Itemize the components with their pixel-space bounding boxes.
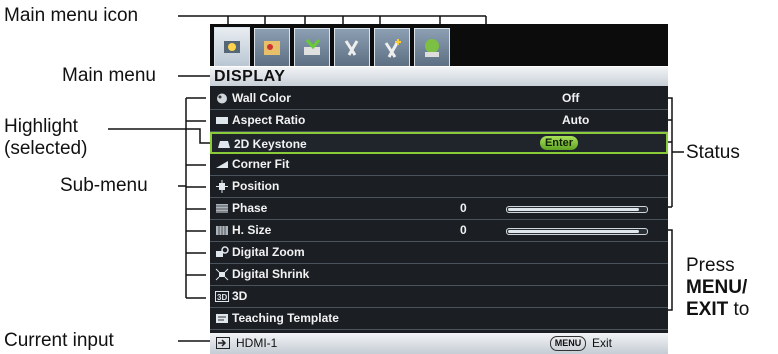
callout-highlight-selected: (selected)	[4, 138, 88, 159]
menu-item-teaching-template[interactable]: Teaching Template	[210, 308, 668, 330]
menu-item-aspect-ratio[interactable]: Aspect Ratio Auto	[210, 110, 668, 132]
menu-item-3d[interactable]: 3D 3D	[210, 286, 668, 308]
phase-slider[interactable]	[506, 206, 648, 213]
wall-color-icon	[217, 93, 227, 104]
tab-display[interactable]	[214, 27, 250, 67]
callout-current-input: Current input	[4, 330, 114, 351]
phase-icon	[216, 204, 228, 213]
main-menu-tabs	[210, 24, 668, 67]
picture-icon	[264, 41, 280, 55]
menu-item-phase[interactable]: Phase 0	[210, 198, 668, 220]
menu-item-h-size[interactable]: H. Size 0	[210, 220, 668, 242]
menu-item-digital-zoom[interactable]: Digital Zoom	[210, 242, 668, 264]
callout-press-key2: EXIT to	[686, 299, 750, 320]
menu-item-position[interactable]: Position	[210, 176, 668, 198]
menu-button[interactable]: MENU	[550, 336, 586, 351]
3d-icon: 3D	[215, 291, 229, 302]
current-input: HDMI-1	[236, 336, 278, 350]
menu-item-2d-keystone[interactable]: 2D Keystone Enter	[210, 132, 668, 154]
aspect-ratio-icon	[216, 117, 228, 124]
teaching-template-icon	[216, 314, 228, 323]
information-icon	[425, 39, 439, 57]
menu-title: DISPLAY	[214, 68, 286, 85]
keystone-icon	[218, 141, 230, 148]
digital-zoom-icon	[216, 246, 229, 257]
exit-label: Exit	[592, 336, 613, 350]
tab-picture[interactable]	[254, 28, 290, 66]
corner-fit-icon	[216, 161, 228, 168]
system-advanced-icon	[384, 39, 401, 58]
system-basic-icon	[344, 40, 359, 56]
h-size-icon	[216, 226, 228, 235]
tab-system-advanced[interactable]	[374, 28, 410, 66]
source-icon	[304, 39, 321, 55]
menu-item-digital-shrink[interactable]: Digital Shrink	[210, 264, 668, 286]
tab-system-basic[interactable]	[334, 28, 370, 66]
callout-main-menu: Main menu	[62, 65, 156, 86]
enter-button[interactable]: Enter	[540, 136, 578, 150]
callout-highlight: Highlight	[4, 116, 78, 137]
svg-text:3D: 3D	[217, 293, 227, 302]
h-size-slider[interactable]	[506, 228, 648, 235]
menu-item-wall-color[interactable]: Wall Color Off	[210, 88, 668, 110]
status-bar: HDMI-1 MENU Exit	[210, 333, 668, 354]
phase-slider-fill	[508, 208, 640, 211]
tab-source[interactable]	[294, 28, 330, 66]
position-icon	[216, 180, 228, 193]
callout-press-key: MENU/	[686, 277, 748, 298]
tab-information[interactable]	[414, 28, 450, 66]
callout-main-menu-icon: Main menu icon	[4, 5, 139, 26]
display-icon	[224, 41, 240, 53]
callout-sub-menu: Sub-menu	[60, 175, 148, 196]
sub-menu-list: Wall Color Off Aspect Ratio Auto 2D Keys…	[210, 86, 668, 333]
digital-shrink-icon	[215, 268, 229, 281]
h-size-slider-fill	[508, 230, 640, 233]
callout-status: Status	[686, 142, 740, 163]
callout-press: Press	[686, 255, 735, 276]
menu-title-bar: DISPLAY	[210, 66, 668, 86]
osd-menu: DISPLAY Wall Color Off Aspect Ratio Auto…	[210, 24, 668, 354]
menu-item-corner-fit[interactable]: Corner Fit	[210, 154, 668, 176]
input-source-icon	[216, 337, 230, 349]
